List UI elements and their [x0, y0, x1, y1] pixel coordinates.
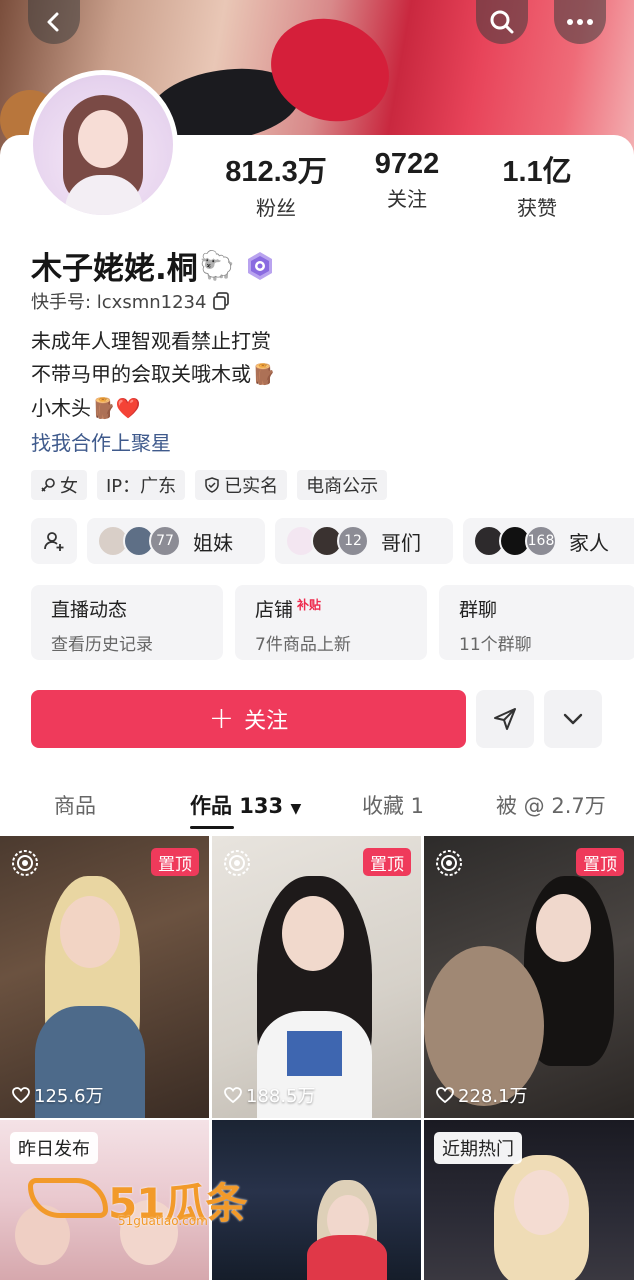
- plus-icon: +: [208, 701, 235, 736]
- card-subtitle: 查看历史记录: [51, 635, 153, 655]
- shop-card[interactable]: 店铺 补贴 7件商品上新: [235, 585, 427, 660]
- watermark-url: 51guatiao.com: [118, 1214, 208, 1228]
- pinned-badge: 置顶: [151, 848, 199, 876]
- stat-label: 关注: [387, 187, 427, 211]
- tab-works-label: 作品 133: [190, 794, 284, 818]
- relations-row: 77 姐妹 12 哥们 168 家人: [31, 518, 634, 564]
- avatar[interactable]: [28, 70, 178, 220]
- female-icon: [41, 478, 55, 492]
- tab-favorites[interactable]: 收藏 1: [362, 790, 424, 820]
- tag-label: 女: [60, 476, 78, 497]
- relation-count: 12: [337, 525, 369, 557]
- stat-label: 获赞: [517, 196, 557, 220]
- caret-down-icon: ▼: [290, 801, 302, 817]
- follow-button[interactable]: + 关注: [31, 690, 466, 748]
- card-subtitle: 11个群聊: [459, 635, 532, 655]
- trending-badge: 近期热门: [434, 1132, 522, 1164]
- shield-check-icon: [205, 477, 219, 493]
- bio-line-2: 不带马甲的会取关哦木或🪵: [31, 362, 276, 386]
- group-chat-card[interactable]: 群聊 11个群聊: [439, 585, 634, 660]
- video-item[interactable]: 置顶 125.6万: [0, 836, 209, 1118]
- uid-row: 快手号: lcxsmn1234: [31, 288, 230, 314]
- tab-products[interactable]: 商品: [54, 790, 96, 820]
- live-history-card[interactable]: 直播动态 查看历史记录: [31, 585, 223, 660]
- stat-number: 812.3万: [225, 156, 327, 188]
- active-tab-indicator: [190, 826, 234, 829]
- pinned-badge: 置顶: [576, 848, 624, 876]
- pinned-badge: 置顶: [363, 848, 411, 876]
- relation-count: 168: [525, 525, 557, 557]
- tag-label: IP：广东: [106, 476, 177, 497]
- like-count: 188.5万: [224, 1082, 316, 1108]
- tab-works[interactable]: 作品 133 ▼: [190, 790, 301, 820]
- like-count: 228.1万: [436, 1082, 528, 1108]
- sheep-emoji: 🐑: [199, 249, 235, 282]
- send-message-button[interactable]: [476, 690, 534, 748]
- relation-sisters[interactable]: 77 姐妹: [87, 518, 265, 564]
- card-title: 群聊: [459, 599, 498, 621]
- tag-ecommerce[interactable]: 电商公示: [297, 470, 388, 500]
- follow-label: 关注: [244, 709, 289, 734]
- more-options-button[interactable]: [544, 690, 602, 748]
- heart-icon: [224, 1087, 242, 1103]
- send-icon: [494, 708, 516, 730]
- tag-verified[interactable]: 已实名: [195, 470, 288, 500]
- recent-badge: 昨日发布: [10, 1132, 98, 1164]
- like-count-text: 125.6万: [34, 1086, 104, 1107]
- stat-fans[interactable]: 812.3万 粉丝: [206, 148, 346, 221]
- live-icon: [12, 850, 38, 876]
- live-icon: [436, 850, 462, 876]
- relation-label: 哥们: [381, 530, 421, 555]
- uid-text: 快手号: lcxsmn1234: [31, 292, 207, 313]
- tag-row: 女 IP：广东 已实名 电商公示: [31, 470, 388, 500]
- subsidy-badge: 补贴: [297, 598, 322, 612]
- add-friend-button[interactable]: [31, 518, 77, 564]
- chevron-down-icon: [563, 713, 583, 725]
- relation-bros[interactable]: 12 哥们: [275, 518, 453, 564]
- card-title: 店铺: [255, 599, 294, 621]
- name-row: 木子姥姥.桐 🐑: [31, 243, 275, 288]
- relation-family[interactable]: 168 家人: [463, 518, 634, 564]
- video-item[interactable]: 置顶 188.5万: [212, 836, 421, 1118]
- relation-count: 77: [149, 525, 181, 557]
- more-icon: [567, 19, 593, 25]
- tag-ip: IP：广东: [97, 470, 186, 500]
- like-count-text: 188.5万: [246, 1086, 316, 1107]
- live-icon: [224, 850, 250, 876]
- content-tabs: 商品 作品 133 ▼ 收藏 1 被 @ 2.7万: [0, 785, 634, 825]
- bio-cooperation-link[interactable]: 找我合作上聚星: [31, 427, 171, 456]
- like-count: 125.6万: [12, 1082, 104, 1108]
- card-subtitle: 7件商品上新: [255, 635, 351, 655]
- bio-line-1: 未成年人理智观看禁止打赏: [31, 329, 271, 353]
- tag-label: 已实名: [224, 476, 279, 497]
- profile-name: 木子姥姥.桐: [31, 251, 198, 287]
- back-icon: [47, 12, 59, 32]
- video-item[interactable]: 近期热门: [424, 1120, 634, 1280]
- stat-number: 1.1亿: [502, 156, 572, 188]
- info-cards-row: 直播动态 查看历史记录 店铺 补贴 7件商品上新 群聊 11个群聊: [31, 585, 634, 660]
- relation-label: 姐妹: [193, 530, 233, 555]
- stat-likes[interactable]: 1.1亿 获赞: [467, 148, 607, 221]
- add-friend-icon: [44, 532, 64, 551]
- verified-badge-icon[interactable]: [245, 251, 275, 281]
- tag-gender: 女: [31, 470, 87, 500]
- card-title: 直播动态: [51, 599, 128, 621]
- like-count-text: 228.1万: [458, 1086, 528, 1107]
- stat-label: 粉丝: [256, 196, 296, 220]
- heart-icon: [12, 1087, 30, 1103]
- copy-icon[interactable]: [212, 292, 230, 310]
- stat-following[interactable]: 9722 关注: [337, 148, 477, 212]
- relation-label: 家人: [569, 530, 609, 555]
- watermark: 51瓜条 51guatiao.com: [28, 1170, 248, 1230]
- watermark-logo: [28, 1178, 108, 1218]
- search-icon: [490, 10, 514, 34]
- stat-number: 9722: [374, 148, 440, 180]
- tab-mentions[interactable]: 被 @ 2.7万: [496, 790, 606, 820]
- video-item[interactable]: 置顶 228.1万: [424, 836, 634, 1118]
- heart-icon: [436, 1087, 454, 1103]
- bio-line-3: 小木头🪵❤️: [31, 396, 141, 420]
- tag-label: 电商公示: [306, 476, 379, 497]
